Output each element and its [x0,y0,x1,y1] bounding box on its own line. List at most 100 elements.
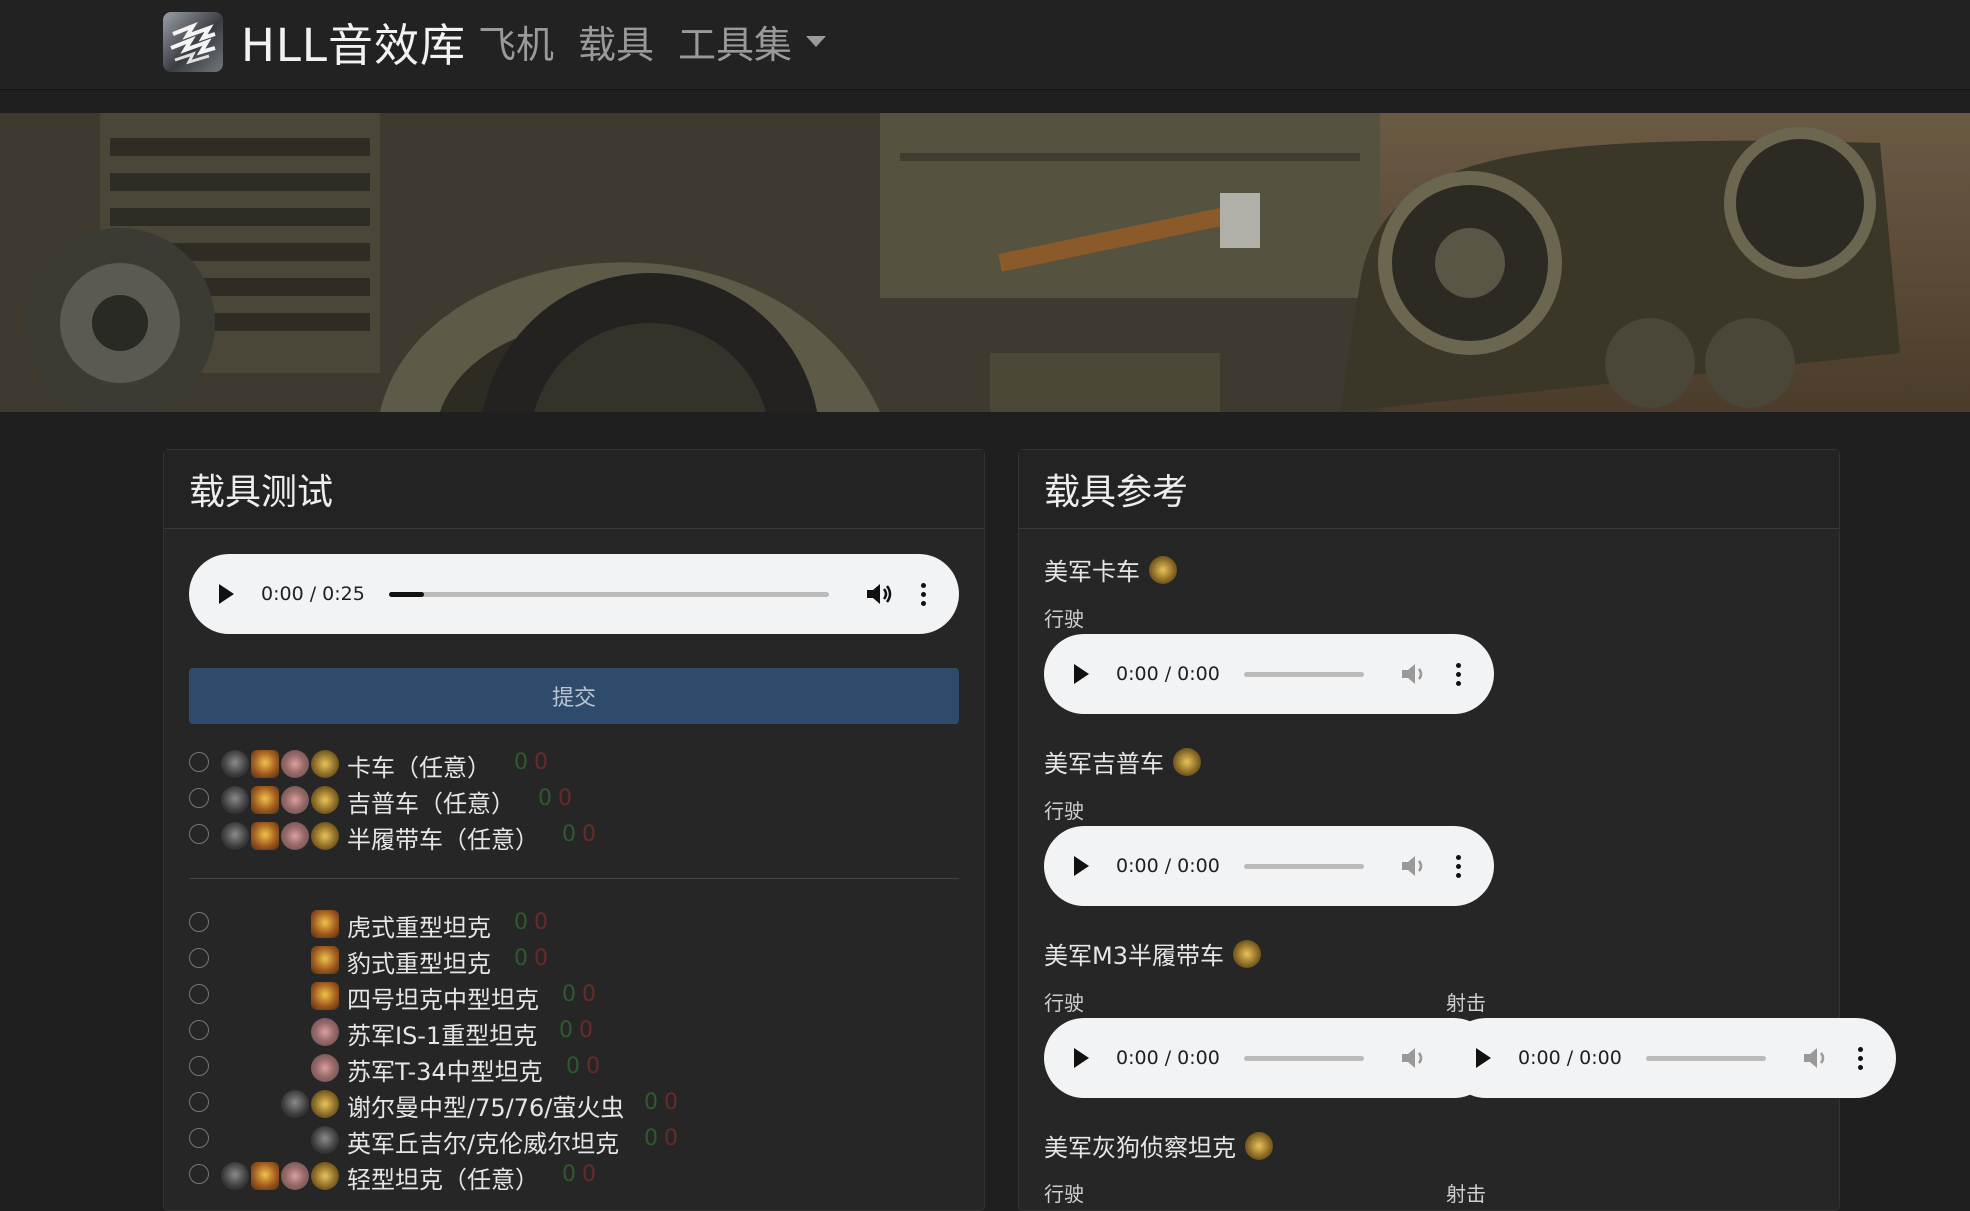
play-icon[interactable] [1476,1048,1491,1068]
vote-count: 00 [559,1018,593,1043]
more-options-icon[interactable] [1858,1046,1863,1070]
count-wrong: 0 [534,910,548,935]
german-faction-icon [311,1126,339,1154]
soviet-faction-icon [281,750,309,778]
us-faction-icon [1233,940,1261,968]
us-faction-icon [311,1090,339,1118]
vehicle-label: 英军丘吉尔/克伦威尔坦克 [347,1130,620,1158]
volume-icon[interactable] [865,582,895,606]
audio-progress-bar[interactable] [1244,1055,1364,1061]
vote-count: 00 [514,946,548,971]
reference-audio-player[interactable]: 0:00 / 0:00 [1446,1018,1896,1098]
reference-vehicle-name: 美军卡车 [1044,558,1140,586]
count-wrong: 0 [579,1018,593,1043]
nav-item-tools[interactable]: 工具集 [678,14,827,69]
german-faction-icon [221,822,249,850]
radio-button[interactable] [189,1056,209,1076]
vehicle-label: 四号坦克中型坦克 [347,986,539,1014]
vehicle-label: 豹式重型坦克 [347,950,491,978]
play-icon[interactable] [219,584,234,604]
volume-icon[interactable] [1400,662,1430,686]
more-options-icon[interactable] [921,582,926,606]
radio-button[interactable] [189,1092,209,1112]
count-correct: 0 [559,1018,573,1043]
audio-time: 0:00 / 0:25 [261,583,365,605]
reference-vehicle-name: 美军M3半履带车 [1044,942,1224,970]
count-wrong: 0 [664,1090,678,1115]
vehicle-test-panel: 载具测试 0:00 / 0:25 提交 卡车（任意） 00 吉普车（任意） 00… [163,449,985,1211]
audio-progress-fill [389,591,425,597]
play-icon[interactable] [1074,1048,1089,1068]
count-correct: 0 [514,750,528,775]
german-faction-icon [281,1090,309,1118]
brand-name: HLL音效库 [241,19,466,72]
count-wrong: 0 [534,750,548,775]
sound-type-label: 行驶 [1044,607,1084,631]
us-faction-icon [311,1162,339,1190]
german-faction-icon [311,982,339,1010]
audio-time: 0:00 / 0:00 [1116,855,1220,877]
count-correct: 0 [514,910,528,935]
submit-button[interactable]: 提交 [189,668,959,724]
radio-button[interactable] [189,1128,209,1148]
vehicle-label: 苏军IS-1重型坦克 [347,1022,538,1050]
vehicle-reference-title: 载具参考 [1019,450,1839,529]
radio-button[interactable] [189,1164,209,1184]
volume-icon[interactable] [1802,1046,1832,1070]
count-wrong: 0 [582,822,596,847]
german-faction-icon [221,786,249,814]
count-correct: 0 [644,1126,658,1151]
vote-count: 00 [644,1090,678,1115]
german-faction-icon [311,910,339,938]
count-wrong: 0 [582,1162,596,1187]
reference-audio-player[interactable]: 0:00 / 0:00 [1044,1018,1494,1098]
more-options-icon[interactable] [1456,662,1461,686]
count-correct: 0 [562,822,576,847]
nav-item-vehicles[interactable]: 载具 [578,14,654,69]
test-audio-player[interactable]: 0:00 / 0:25 [189,554,959,634]
nav-item-tools-label: 工具集 [678,23,793,67]
soviet-faction-icon [281,786,309,814]
radio-button[interactable] [189,824,209,844]
us-faction-icon [311,822,339,850]
radio-button[interactable] [189,912,209,932]
us-faction-icon [311,750,339,778]
more-options-icon[interactable] [1456,854,1461,878]
play-icon[interactable] [1074,856,1089,876]
count-wrong: 0 [582,982,596,1007]
vehicle-label: 轻型坦克（任意） [347,1166,539,1194]
divider [189,878,959,879]
brand-link[interactable]: HLL音效库 [163,9,466,74]
vehicle-test-title: 载具测试 [164,450,984,529]
volume-icon[interactable] [1400,854,1430,878]
volume-icon[interactable] [1400,1046,1430,1070]
radio-button[interactable] [189,948,209,968]
chevron-down-icon [806,36,827,47]
radio-button[interactable] [189,1020,209,1040]
soviet-faction-icon [281,1162,309,1190]
audio-time: 0:00 / 0:00 [1116,663,1220,685]
sound-type-label: 行驶 [1044,799,1084,823]
count-wrong: 0 [534,946,548,971]
audio-progress-bar[interactable] [389,591,829,597]
reference-audio-player[interactable]: 0:00 / 0:00 [1044,634,1494,714]
vehicle-reference-panel: 载具参考 美军卡车 行驶 0:00 / 0:00 美军吉普车 行驶 0:00 /… [1018,449,1896,1211]
audio-progress-bar[interactable] [1646,1055,1766,1061]
vehicle-label: 吉普车（任意） [347,790,515,818]
radio-button[interactable] [189,752,209,772]
count-correct: 0 [538,786,552,811]
nav-item-aircraft[interactable]: 飞机 [478,14,554,69]
audio-progress-bar[interactable] [1244,671,1364,677]
us-faction-icon [1173,748,1201,776]
reference-audio-player[interactable]: 0:00 / 0:00 [1044,826,1494,906]
count-wrong: 0 [558,786,572,811]
count-wrong: 0 [664,1126,678,1151]
count-correct: 0 [562,982,576,1007]
play-icon[interactable] [1074,664,1089,684]
us-faction-icon [1245,1132,1273,1160]
soviet-faction-icon [281,822,309,850]
radio-button[interactable] [189,788,209,808]
radio-button[interactable] [189,984,209,1004]
audio-progress-bar[interactable] [1244,863,1364,869]
vote-count: 00 [562,982,596,1007]
